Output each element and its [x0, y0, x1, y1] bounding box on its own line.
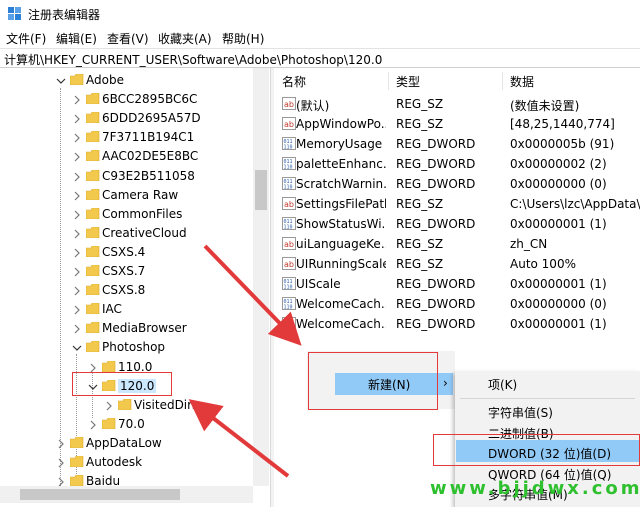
annotation-arrow [188, 399, 290, 478]
annotation-arrows [188, 244, 302, 478]
annotation-arrow [203, 244, 302, 346]
watermark: www.bjjdwx.com [430, 478, 640, 499]
